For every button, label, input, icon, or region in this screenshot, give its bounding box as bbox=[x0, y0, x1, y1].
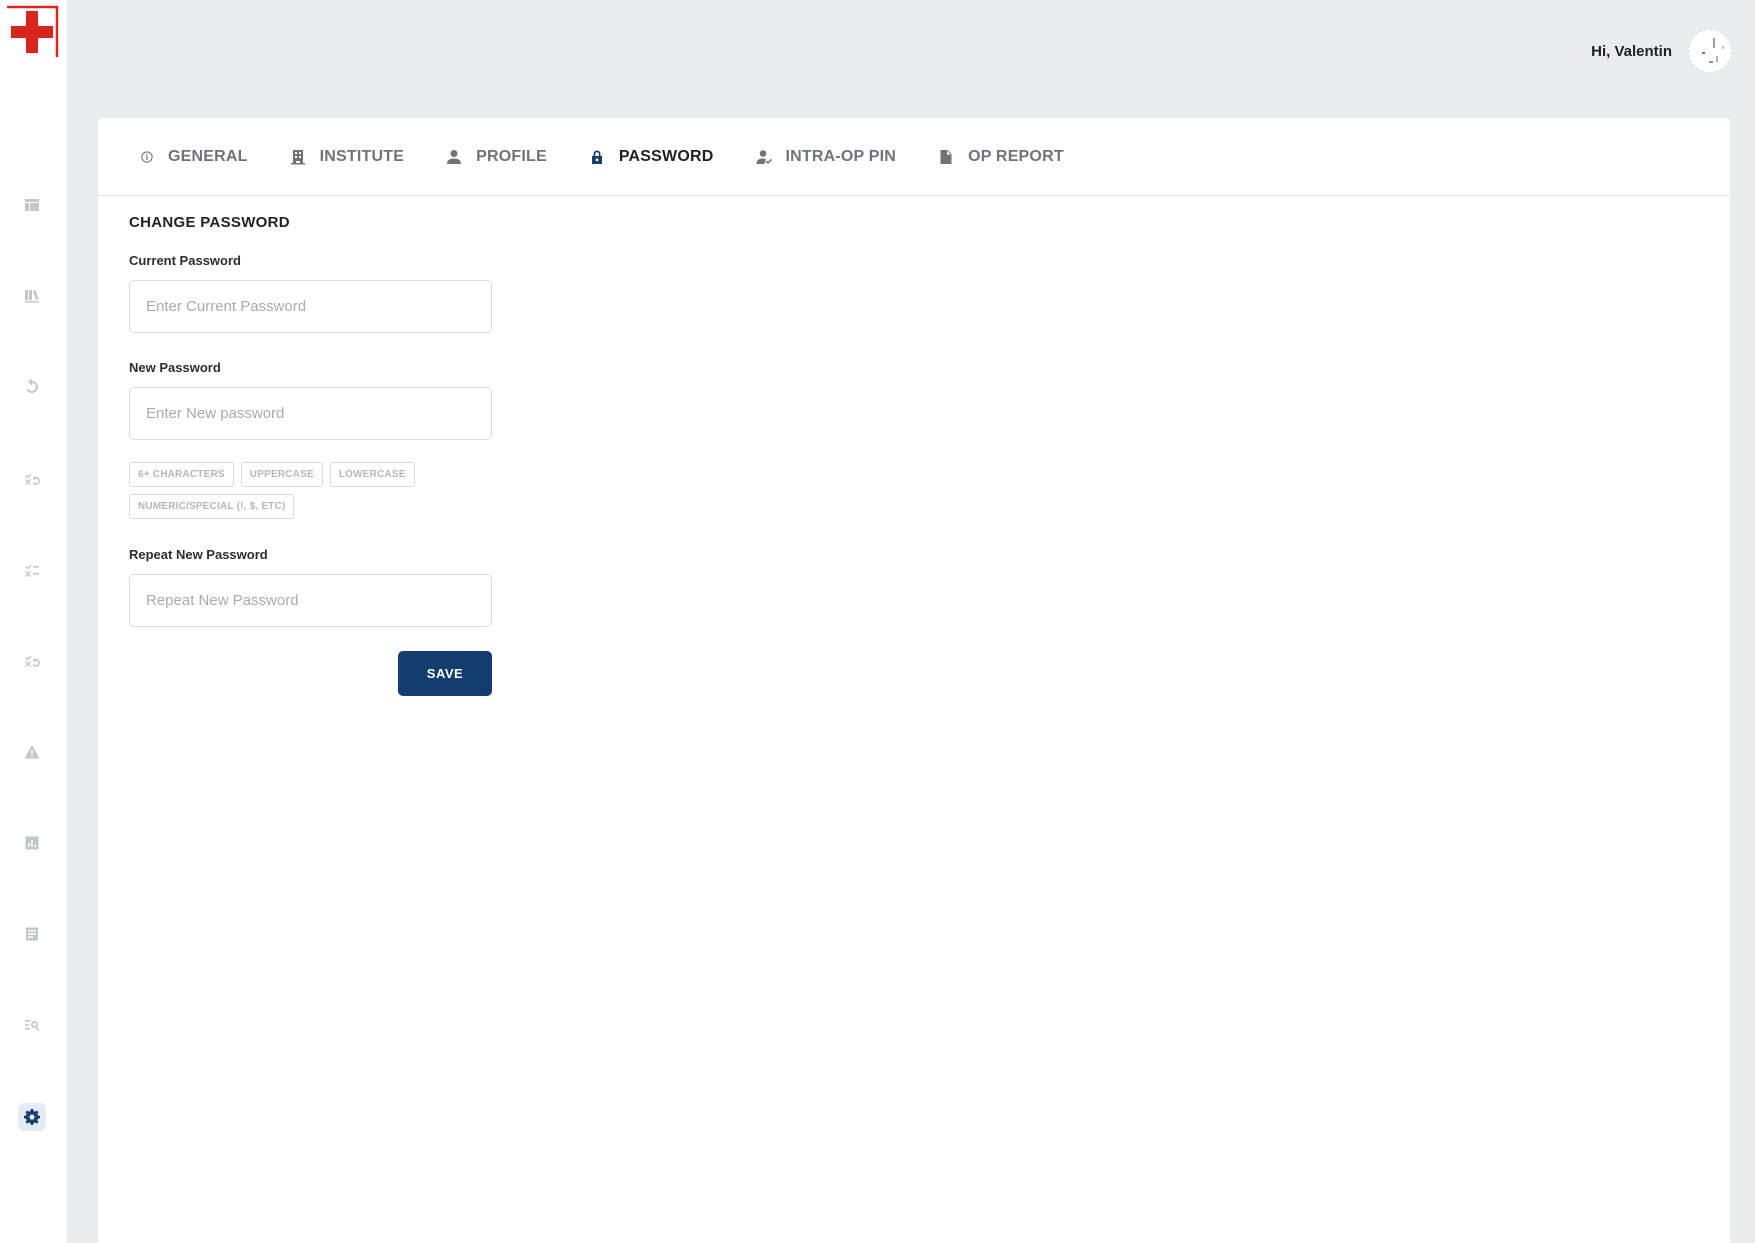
warning-icon bbox=[24, 745, 40, 759]
check-undo-icon bbox=[25, 473, 40, 485]
tab-op-report[interactable]: OP REPORT bbox=[938, 148, 1064, 166]
tab-institute[interactable]: INSTITUTE bbox=[290, 148, 404, 166]
sidebar-item-undo[interactable] bbox=[18, 373, 46, 401]
chart-icon bbox=[25, 836, 39, 850]
section-title: CHANGE PASSWORD bbox=[129, 214, 290, 231]
rule-badge-lowercase: LOWERCASE bbox=[329, 462, 415, 487]
sidebar-item-statistics[interactable] bbox=[18, 829, 46, 857]
change-password-section: CHANGE PASSWORD Current Password New Pas… bbox=[98, 196, 1730, 696]
tab-label: OP REPORT bbox=[968, 147, 1064, 165]
gear-icon bbox=[24, 1109, 40, 1125]
building-icon bbox=[290, 149, 305, 164]
repeat-password-input[interactable] bbox=[129, 574, 492, 627]
tab-password[interactable]: PASSWORD bbox=[589, 148, 714, 166]
new-password-field-group: New Password bbox=[129, 360, 1730, 440]
app-root: Hi, Valentin GENERAL INSTITUTE PROFILE P… bbox=[0, 0, 1755, 1243]
tab-label: INSTITUTE bbox=[319, 147, 405, 165]
rule-badge-length: 6+ CHARACTERS bbox=[129, 462, 234, 487]
info-icon bbox=[141, 150, 153, 163]
rule-badge-special: NUMERIC/SPECIAL (!, $, ETC) bbox=[129, 494, 295, 519]
sidebar bbox=[0, 0, 67, 1243]
form-actions: SAVE bbox=[129, 651, 492, 696]
document-icon bbox=[940, 149, 952, 164]
dashboard-icon bbox=[25, 199, 39, 211]
avatar[interactable] bbox=[1688, 29, 1732, 73]
repeat-password-field-group: Repeat New Password bbox=[129, 547, 1730, 627]
sidebar-item-check-undo-alt[interactable] bbox=[18, 647, 46, 675]
sidebar-item-library[interactable] bbox=[18, 282, 46, 310]
password-rules: 6+ CHARACTERS UPPERCASE LOWERCASE NUMERI… bbox=[129, 462, 492, 526]
current-password-input[interactable] bbox=[129, 280, 492, 333]
search-list-icon bbox=[25, 1020, 40, 1031]
lock-icon bbox=[591, 150, 602, 164]
check-undo-alt-icon bbox=[25, 655, 40, 667]
tab-label: GENERAL bbox=[168, 147, 248, 165]
tab-general[interactable]: GENERAL bbox=[140, 148, 248, 166]
repeat-password-label: Repeat New Password bbox=[129, 547, 268, 562]
person-icon bbox=[447, 149, 462, 164]
red-cross-icon[interactable] bbox=[5, 5, 59, 59]
tab-label: PROFILE bbox=[476, 147, 547, 165]
sidebar-item-settings[interactable] bbox=[18, 1103, 46, 1131]
report-icon bbox=[26, 927, 38, 941]
tab-label: INTRA-OP PIN bbox=[785, 147, 897, 165]
sidebar-item-warnings[interactable] bbox=[18, 738, 46, 766]
checklist-icon bbox=[25, 564, 39, 577]
current-password-label: Current Password bbox=[129, 253, 241, 268]
sidebar-item-dashboard[interactable] bbox=[18, 191, 46, 219]
new-password-label: New Password bbox=[129, 360, 221, 375]
settings-card: GENERAL INSTITUTE PROFILE PASSWORD INTRA… bbox=[98, 118, 1730, 1243]
current-password-field-group: Current Password bbox=[129, 253, 1730, 333]
sidebar-item-search[interactable] bbox=[18, 1011, 46, 1039]
sidebar-item-checklist[interactable] bbox=[18, 556, 46, 584]
save-button[interactable]: SAVE bbox=[398, 651, 492, 696]
rule-badge-uppercase: UPPERCASE bbox=[240, 462, 323, 487]
settings-tabs: GENERAL INSTITUTE PROFILE PASSWORD INTRA… bbox=[98, 118, 1730, 196]
new-password-input[interactable] bbox=[129, 387, 492, 440]
user-check-icon bbox=[756, 149, 772, 164]
user-greeting: Hi, Valentin bbox=[1591, 43, 1672, 60]
tab-profile[interactable]: PROFILE bbox=[446, 148, 547, 166]
tab-intra-op-pin[interactable]: INTRA-OP PIN bbox=[756, 148, 897, 166]
tab-label: PASSWORD bbox=[618, 147, 714, 165]
sidebar-item-check-undo[interactable] bbox=[18, 465, 46, 493]
undo-icon bbox=[26, 379, 38, 393]
sidebar-item-reports[interactable] bbox=[18, 920, 46, 948]
library-icon bbox=[25, 290, 39, 303]
